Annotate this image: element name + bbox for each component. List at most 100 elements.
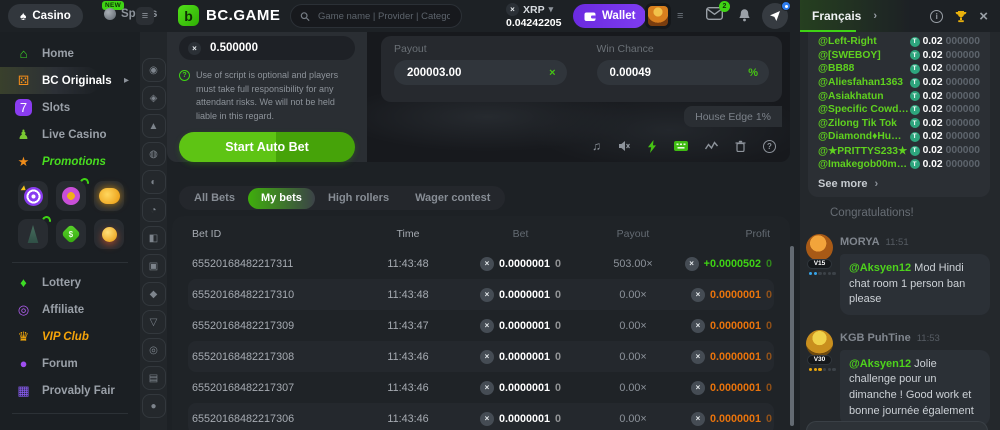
usdt-coin-icon: T [910, 159, 920, 169]
tab-wager-contest[interactable]: Wager contest [402, 188, 503, 209]
user-menu-icon[interactable]: ≡ [677, 10, 683, 22]
table-row[interactable]: 65520168482217306 11:43:46 × 0.00000010 … [188, 403, 774, 430]
casino-toggle[interactable]: ♠ Casino [8, 4, 83, 28]
sound-icon[interactable] [618, 140, 630, 152]
main-scrollbar-thumb[interactable] [790, 246, 794, 426]
bc-game-logo[interactable]: b BC.GAME [178, 5, 280, 26]
rain-username[interactable]: @Aliesfahan1363 [818, 77, 903, 88]
game-shortcut-icon[interactable]: ▤ [142, 366, 166, 390]
sidebar-item-slots[interactable]: 7 Slots ▸ [0, 94, 140, 121]
chat-username[interactable]: MORYA [840, 236, 880, 248]
rain-username[interactable]: @BB88 [818, 63, 854, 74]
sidebar-item-promotions[interactable]: ★ Promotions ▸ [0, 148, 140, 175]
currency-selector[interactable]: × XRP ▾ 0.04242205 [506, 3, 561, 29]
search-input[interactable] [316, 10, 452, 23]
sidebar-item-affiliate[interactable]: ◎ Affiliate [0, 296, 140, 323]
chat-input[interactable] [806, 421, 988, 430]
rain-recipient-row: @Diamond♦Hu… T 0.02000000 [818, 130, 980, 144]
bet-amount-input[interactable] [208, 41, 367, 55]
payout-field[interactable]: × [394, 60, 567, 85]
close-icon[interactable]: × [979, 8, 988, 25]
question-icon: ? [179, 70, 190, 81]
game-shortcut-icon[interactable]: ▣ [142, 254, 166, 278]
sidebar-item-live-casino[interactable]: ♟ Live Casino ▸ [0, 121, 140, 148]
bell-icon[interactable] [738, 8, 751, 22]
sidebar-item-bc-originals[interactable]: ⚄ BC Originals ▸ [0, 67, 100, 94]
sidebar-item-lottery[interactable]: ♦ Lottery [0, 269, 140, 296]
game-shortcut-icon[interactable]: ◆ [142, 282, 166, 306]
game-shortcut-icon[interactable]: ◉ [142, 58, 166, 82]
table-row[interactable]: 65520168482217311 11:43:48 × 0.00000010 … [188, 248, 774, 279]
win-chance-input[interactable] [608, 66, 743, 80]
rain-username[interactable]: @Zilong Tik Tok [818, 118, 897, 129]
seed-icon[interactable] [735, 140, 746, 152]
game-shortcut-icon[interactable]: ◔ [142, 198, 166, 222]
piggy-bank-icon[interactable] [94, 181, 124, 211]
game-shortcut-icon[interactable]: ▽ [142, 310, 166, 334]
tab-high-rollers[interactable]: High rollers [315, 188, 402, 209]
game-shortcut-icon[interactable]: ◍ [142, 142, 166, 166]
chat-rules-icon[interactable]: i [930, 10, 943, 23]
rain-username[interactable]: @[SWEBOY] [818, 50, 881, 61]
hotkeys-icon[interactable] [674, 141, 688, 151]
start-auto-bet-button[interactable]: Start Auto Bet [179, 132, 355, 162]
rain-amount: T 0.02000000 [910, 77, 980, 88]
game-shortcut-icon[interactable]: ◧ [142, 226, 166, 250]
user-avatar[interactable] [806, 330, 833, 357]
chat-username[interactable]: KGB PuhTine [840, 332, 911, 344]
game-display: Payout × Win Chance % House [367, 32, 790, 162]
payout-input[interactable] [405, 66, 543, 80]
rain-username[interactable]: @Specific Cowden [818, 104, 910, 115]
game-shortcut-icon[interactable]: ● [142, 394, 166, 418]
search-icon [300, 11, 310, 22]
table-row[interactable]: 65520168482217308 11:43:46 × 0.00000010 … [188, 341, 774, 372]
table-row[interactable]: 65520168482217310 11:43:48 × 0.00000010 … [188, 279, 774, 310]
game-shortcut-icon[interactable]: ◎ [142, 338, 166, 362]
user-avatar[interactable] [806, 234, 833, 261]
turbo-bet-icon[interactable] [647, 140, 657, 153]
game-shortcut-icon[interactable]: ▲ [142, 114, 166, 138]
mention-link[interactable]: @Aksyen12 [849, 358, 911, 370]
wallet-button[interactable]: Wallet [573, 4, 646, 28]
rain-amount: T 0.02000000 [910, 131, 980, 142]
level-badge: V30 [807, 355, 832, 365]
percent-icon: % [748, 67, 758, 79]
sidebar-item-vip-club[interactable]: ♛ VIP Club [0, 323, 140, 350]
live-stats-icon[interactable] [705, 141, 718, 151]
trophy-icon[interactable] [954, 10, 968, 23]
rain-username[interactable]: @Asiakhatun [818, 91, 884, 102]
rain-username[interactable]: @Diamond♦Hu… [818, 131, 901, 142]
price-tag-icon[interactable]: $ [56, 219, 86, 249]
spin-wheel-icon[interactable] [18, 181, 48, 211]
menu-toggle-icon[interactable]: ≡ [136, 7, 154, 25]
header-payout: Payout [583, 228, 683, 240]
gold-coin-icon[interactable] [94, 219, 124, 249]
medal-icon[interactable] [56, 181, 86, 211]
language-selector[interactable]: Français › [812, 9, 877, 23]
rain-username[interactable]: @Imakegob00m… [818, 159, 907, 170]
bet-time: 11:43:48 [358, 258, 458, 270]
music-icon[interactable]: ♫ [592, 139, 601, 153]
tab-my-bets[interactable]: My bets [248, 188, 315, 209]
game-shortcut-icon[interactable]: ◐ [142, 170, 166, 194]
game-shortcut-icon[interactable]: ◈ [142, 86, 166, 110]
table-row[interactable]: 65520168482217309 11:43:47 × 0.00000010 … [188, 310, 774, 341]
usdt-coin-icon: T [910, 50, 920, 60]
tab-all-bets[interactable]: All Bets [181, 188, 248, 209]
sidebar-item-home[interactable]: ⌂ Home ▸ [0, 40, 140, 67]
rain-recipient-row: @Specific Cowden T 0.02000000 [818, 103, 980, 117]
see-more-button[interactable]: See more › [818, 173, 980, 195]
rain-username[interactable]: @Left-Right [818, 36, 877, 47]
mention-link[interactable]: @Aksyen12 [849, 262, 911, 274]
bet-amount-field[interactable]: × [179, 36, 355, 60]
win-chance-field[interactable]: % [597, 60, 770, 85]
help-icon[interactable]: ? [763, 140, 776, 153]
table-row[interactable]: 65520168482217307 11:43:46 × 0.00000010 … [188, 372, 774, 403]
sidebar-item-forum[interactable]: ● Forum [0, 350, 140, 377]
currency-code: XRP [523, 4, 545, 16]
rocket-icon[interactable] [18, 219, 48, 249]
game-search[interactable] [290, 4, 462, 28]
rain-username[interactable]: @★PRITTYS233★ [818, 145, 907, 157]
user-avatar[interactable] [645, 3, 671, 29]
sidebar-item-provably-fair[interactable]: ▦ Provably Fair [0, 377, 140, 404]
